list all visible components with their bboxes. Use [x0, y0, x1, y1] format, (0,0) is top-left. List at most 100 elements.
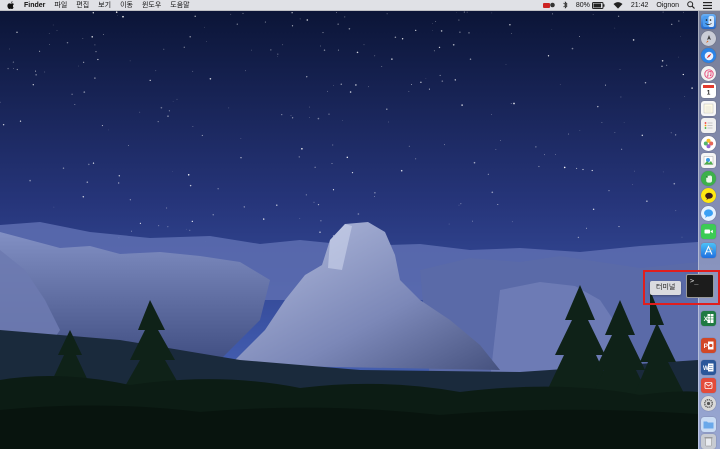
star — [433, 50, 435, 52]
star — [491, 191, 494, 194]
star — [118, 175, 121, 177]
star — [440, 30, 443, 32]
clock[interactable]: 21:42 — [631, 0, 649, 11]
finder-icon[interactable] — [701, 14, 716, 29]
messages-icon[interactable] — [701, 206, 716, 221]
star — [682, 73, 684, 76]
reminders-icon[interactable] — [701, 118, 716, 133]
menu-go[interactable]: 이동 — [120, 0, 133, 11]
star — [48, 33, 50, 34]
preview-icon[interactable] — [701, 153, 716, 168]
star — [592, 208, 595, 211]
star — [155, 70, 157, 72]
star — [547, 55, 550, 57]
star — [469, 58, 472, 60]
menu-edit[interactable]: 편집 — [76, 0, 89, 11]
svg-text:P: P — [704, 343, 709, 350]
star — [388, 121, 389, 123]
star — [305, 194, 307, 196]
menu-help[interactable]: 도움말 — [170, 0, 189, 11]
star — [299, 218, 301, 219]
star — [92, 162, 95, 164]
battery-icon[interactable]: 80% — [576, 0, 605, 11]
star — [619, 69, 621, 70]
star — [499, 140, 501, 141]
star — [336, 12, 337, 13]
calendar-icon[interactable]: 1 — [701, 83, 716, 98]
star — [291, 12, 293, 14]
star — [251, 49, 252, 51]
star — [448, 223, 450, 225]
menu-view[interactable]: 보기 — [98, 0, 111, 11]
star — [306, 19, 309, 21]
star — [632, 184, 633, 185]
star — [301, 147, 303, 150]
star — [66, 41, 69, 44]
star — [217, 188, 219, 190]
bluetooth-icon[interactable] — [563, 1, 568, 9]
wifi-icon[interactable] — [613, 1, 623, 9]
star — [368, 86, 369, 88]
star — [341, 120, 343, 121]
menu-file[interactable]: 파일 — [54, 0, 67, 11]
star — [401, 38, 404, 40]
user-name[interactable]: Oignon — [656, 0, 679, 11]
star — [323, 49, 326, 51]
star — [511, 221, 513, 223]
evernote-icon[interactable] — [701, 171, 716, 186]
star — [139, 222, 141, 224]
star — [122, 15, 124, 18]
star — [348, 28, 351, 30]
apple-icon[interactable] — [6, 0, 16, 10]
star — [242, 12, 244, 14]
star — [634, 170, 635, 172]
star — [605, 84, 606, 86]
star — [101, 125, 103, 127]
star — [53, 206, 55, 208]
star — [410, 83, 412, 85]
powerpoint-icon[interactable]: P — [701, 338, 716, 353]
star — [78, 65, 80, 67]
star — [673, 182, 676, 185]
star — [544, 154, 545, 156]
trash-icon[interactable] — [701, 434, 716, 449]
xcode-icon[interactable] — [701, 243, 716, 258]
star — [128, 145, 129, 146]
itunes-icon[interactable] — [701, 66, 716, 81]
app-red-icon[interactable] — [701, 378, 716, 393]
word-icon[interactable]: W — [701, 360, 716, 375]
star — [391, 58, 393, 60]
spotlight-icon[interactable] — [687, 1, 695, 9]
star — [509, 24, 511, 26]
notification-icon[interactable] — [703, 1, 712, 9]
kakaotalk-icon[interactable] — [701, 188, 716, 203]
svg-text:1: 1 — [707, 90, 711, 96]
downloads-folder-icon[interactable] — [701, 417, 716, 432]
system-preferences-icon[interactable] — [701, 396, 716, 411]
star — [39, 50, 41, 52]
star — [168, 110, 170, 112]
star — [35, 70, 37, 72]
star — [117, 14, 118, 16]
terminal-icon[interactable]: >_ — [686, 274, 714, 298]
photos-icon[interactable] — [701, 136, 716, 151]
star — [684, 96, 686, 97]
star — [620, 96, 622, 98]
star — [510, 103, 512, 104]
star — [328, 113, 330, 115]
menu-window[interactable]: 윈도우 — [142, 0, 161, 11]
star — [408, 91, 410, 92]
star — [679, 35, 681, 37]
status-app-icon[interactable] — [542, 1, 555, 9]
star — [644, 81, 647, 84]
safari-icon[interactable] — [701, 48, 716, 63]
star — [35, 74, 37, 76]
star — [83, 91, 86, 93]
notes-icon[interactable] — [701, 101, 716, 116]
facetime-icon[interactable] — [701, 224, 716, 239]
star — [71, 93, 73, 96]
excel-icon[interactable]: X — [701, 311, 716, 326]
launchpad-icon[interactable] — [701, 31, 716, 46]
menu-finder[interactable]: Finder — [24, 0, 45, 11]
star — [661, 60, 664, 62]
